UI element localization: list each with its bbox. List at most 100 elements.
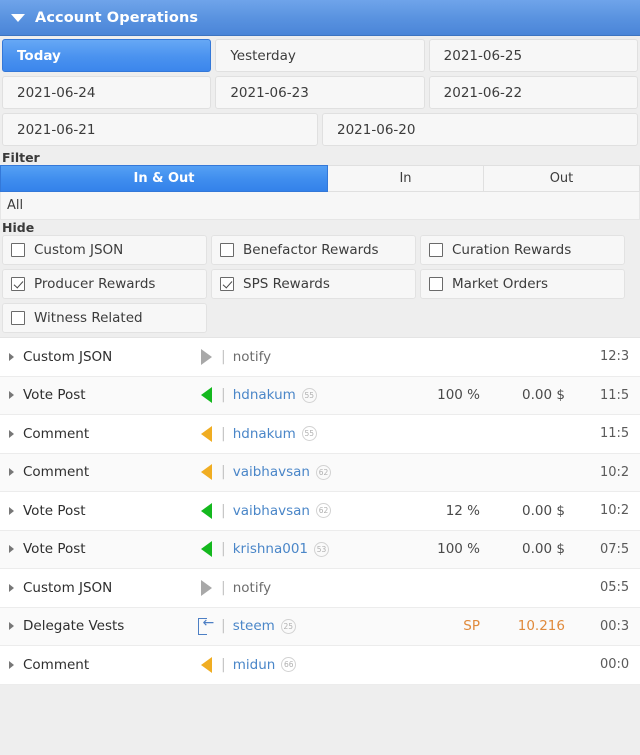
account-name-link[interactable]: steem (233, 618, 275, 634)
date-tab-2021-06-22[interactable]: 2021-06-22 (428, 76, 638, 109)
account-name-link[interactable]: krishna001 (233, 541, 308, 557)
date-tab-2021-06-24[interactable]: 2021-06-24 (2, 76, 212, 109)
table-row[interactable]: Comment | midun 66 00:0 (0, 646, 640, 685)
reputation-badge: 55 (301, 426, 317, 442)
account-name-link[interactable]: hdnakum (233, 387, 296, 403)
operation-percent-value: SP (463, 618, 480, 635)
operation-amount-value: 10.216 (517, 618, 565, 635)
filter-segment-in[interactable]: In (328, 165, 484, 192)
expand-row-icon[interactable] (9, 352, 14, 361)
expand-row-icon[interactable] (9, 429, 14, 438)
date-tab-today[interactable]: Today (2, 39, 212, 72)
expand-row-icon[interactable] (9, 468, 14, 477)
date-tab-2021-06-25[interactable]: 2021-06-25 (428, 39, 638, 72)
hide-checkbox-benefactor-rewards[interactable]: Benefactor Rewards (211, 235, 416, 265)
date-tab-yesterday[interactable]: Yesterday (215, 39, 425, 72)
filter-segment-in-out[interactable]: In & Out (0, 165, 328, 192)
reputation-badge: 25 (280, 618, 296, 634)
column-divider: | (221, 541, 226, 558)
hide-checkbox-witness-related[interactable]: Witness Related (2, 303, 207, 333)
operation-timestamp: 05:5 (600, 580, 630, 596)
date-tab-row: 2021-06-21 2021-06-20 (2, 113, 638, 150)
checkbox-unchecked-icon[interactable] (11, 311, 25, 325)
filter-all-row[interactable]: All (0, 192, 640, 220)
operation-timestamp: 11:5 (600, 426, 630, 442)
table-row[interactable]: Vote Post | hdnakum 55 100 % 0.00 $ 11:5 (0, 376, 640, 415)
reputation-badge: 66 (281, 657, 297, 673)
expand-row-icon[interactable] (9, 391, 14, 400)
account-name-link[interactable]: hdnakum (233, 426, 296, 442)
date-tab-label: 2021-06-23 (230, 84, 309, 101)
triangle-left-amber-icon (193, 464, 219, 481)
operation-type-label: Vote Post (23, 387, 86, 404)
date-tab-label: 2021-06-24 (17, 84, 96, 101)
hide-checkbox-producer-rewards[interactable]: Producer Rewards (2, 269, 207, 299)
filter-segment-out[interactable]: Out (484, 165, 640, 192)
hide-checkbox-curation-rewards[interactable]: Curation Rewards (420, 235, 625, 265)
table-row[interactable]: Vote Post | krishna001 53 100 % 0.00 $ 07:5 (0, 530, 640, 569)
hide-checkbox-row: Producer Rewards SPS Rewards Market Orders (2, 269, 638, 303)
column-divider: | (221, 618, 226, 635)
table-row[interactable]: Vote Post | vaibhavsan 62 12 % 0.00 $ 10:2 (0, 492, 640, 531)
checkbox-unchecked-icon[interactable] (220, 243, 234, 257)
hide-label: Hide (0, 220, 640, 235)
operation-type-label: Custom JSON (23, 348, 113, 365)
arrow-into-box-icon-glyph (197, 615, 215, 636)
table-row[interactable]: Delegate Vests | steem 25 SP 10.216 00:3 (0, 607, 640, 646)
operation-type-label: Delegate Vests (23, 618, 125, 635)
expand-row-icon[interactable] (9, 660, 14, 669)
operation-type-label: Comment (23, 464, 90, 481)
checkbox-checked-icon[interactable] (220, 277, 234, 291)
caret-down-icon[interactable] (11, 13, 25, 22)
filter-segmented-control: In & Out In Out (0, 165, 640, 192)
operation-timestamp: 11:5 (600, 387, 630, 403)
hide-checkbox-sps-rewards[interactable]: SPS Rewards (211, 269, 416, 299)
table-row[interactable]: Custom JSON | notify 12:3 (0, 338, 640, 377)
account-name-link[interactable]: vaibhavsan (233, 464, 310, 480)
expand-row-icon[interactable] (9, 583, 14, 592)
hide-checkbox-grid: Custom JSON Benefactor Rewards Curation Re… (0, 235, 640, 337)
triangle-left-green-icon (193, 502, 219, 519)
column-divider: | (221, 656, 226, 673)
date-tab-2021-06-20[interactable]: 2021-06-20 (322, 113, 638, 146)
operation-percent-value: 12 % (445, 502, 480, 519)
filter-all-label: All (7, 198, 24, 213)
account-name-link: notify (232, 348, 272, 365)
column-divider: | (221, 502, 226, 519)
triangle-left-green-icon (193, 541, 219, 558)
hide-checkbox-label: Market Orders (452, 276, 549, 292)
table-row[interactable]: Comment | vaibhavsan 62 10:2 (0, 453, 640, 492)
checkbox-checked-icon[interactable] (11, 277, 25, 291)
operation-timestamp: 10:2 (600, 464, 630, 480)
triangle-right-gray-icon-glyph (200, 579, 212, 596)
expand-row-icon[interactable] (9, 622, 14, 631)
column-divider: | (221, 348, 226, 365)
expand-row-icon[interactable] (9, 545, 14, 554)
account-name-link[interactable]: midun (233, 657, 276, 673)
expand-row-icon[interactable] (9, 506, 14, 515)
checkbox-unchecked-icon[interactable] (429, 277, 443, 291)
checkbox-unchecked-icon[interactable] (429, 243, 443, 257)
hide-checkbox-custom-json[interactable]: Custom JSON (2, 235, 207, 265)
date-tab-2021-06-21[interactable]: 2021-06-21 (2, 113, 318, 146)
column-divider: | (221, 387, 226, 404)
account-name-link[interactable]: vaibhavsan (233, 503, 310, 519)
account-operations-panel: Account Operations Today Yesterday 2021-06… (0, 0, 640, 755)
panel-header[interactable]: Account Operations (0, 0, 640, 36)
date-tab-label: 2021-06-25 (443, 47, 523, 64)
date-tab-2021-06-23[interactable]: 2021-06-23 (215, 76, 425, 109)
hide-checkbox-label: Benefactor Rewards (243, 242, 379, 258)
table-row[interactable]: Comment | hdnakum 55 11:5 (0, 415, 640, 454)
filter-segment-label: In (399, 171, 412, 186)
hide-checkbox-market-orders[interactable]: Market Orders (420, 269, 625, 299)
triangle-right-gray-icon (193, 579, 219, 596)
triangle-left-green-icon-glyph (200, 502, 212, 519)
operation-type-label: Custom JSON (23, 579, 113, 596)
triangle-right-gray-icon-glyph (200, 348, 212, 365)
date-tab-label: 2021-06-21 (17, 121, 96, 138)
hide-checkbox-row: Witness Related (2, 303, 638, 337)
checkbox-unchecked-icon[interactable] (11, 243, 25, 257)
hide-checkbox-label: SPS Rewards (243, 276, 330, 292)
table-row[interactable]: Custom JSON | notify 05:5 (0, 569, 640, 608)
arrow-into-box-icon (193, 615, 219, 636)
